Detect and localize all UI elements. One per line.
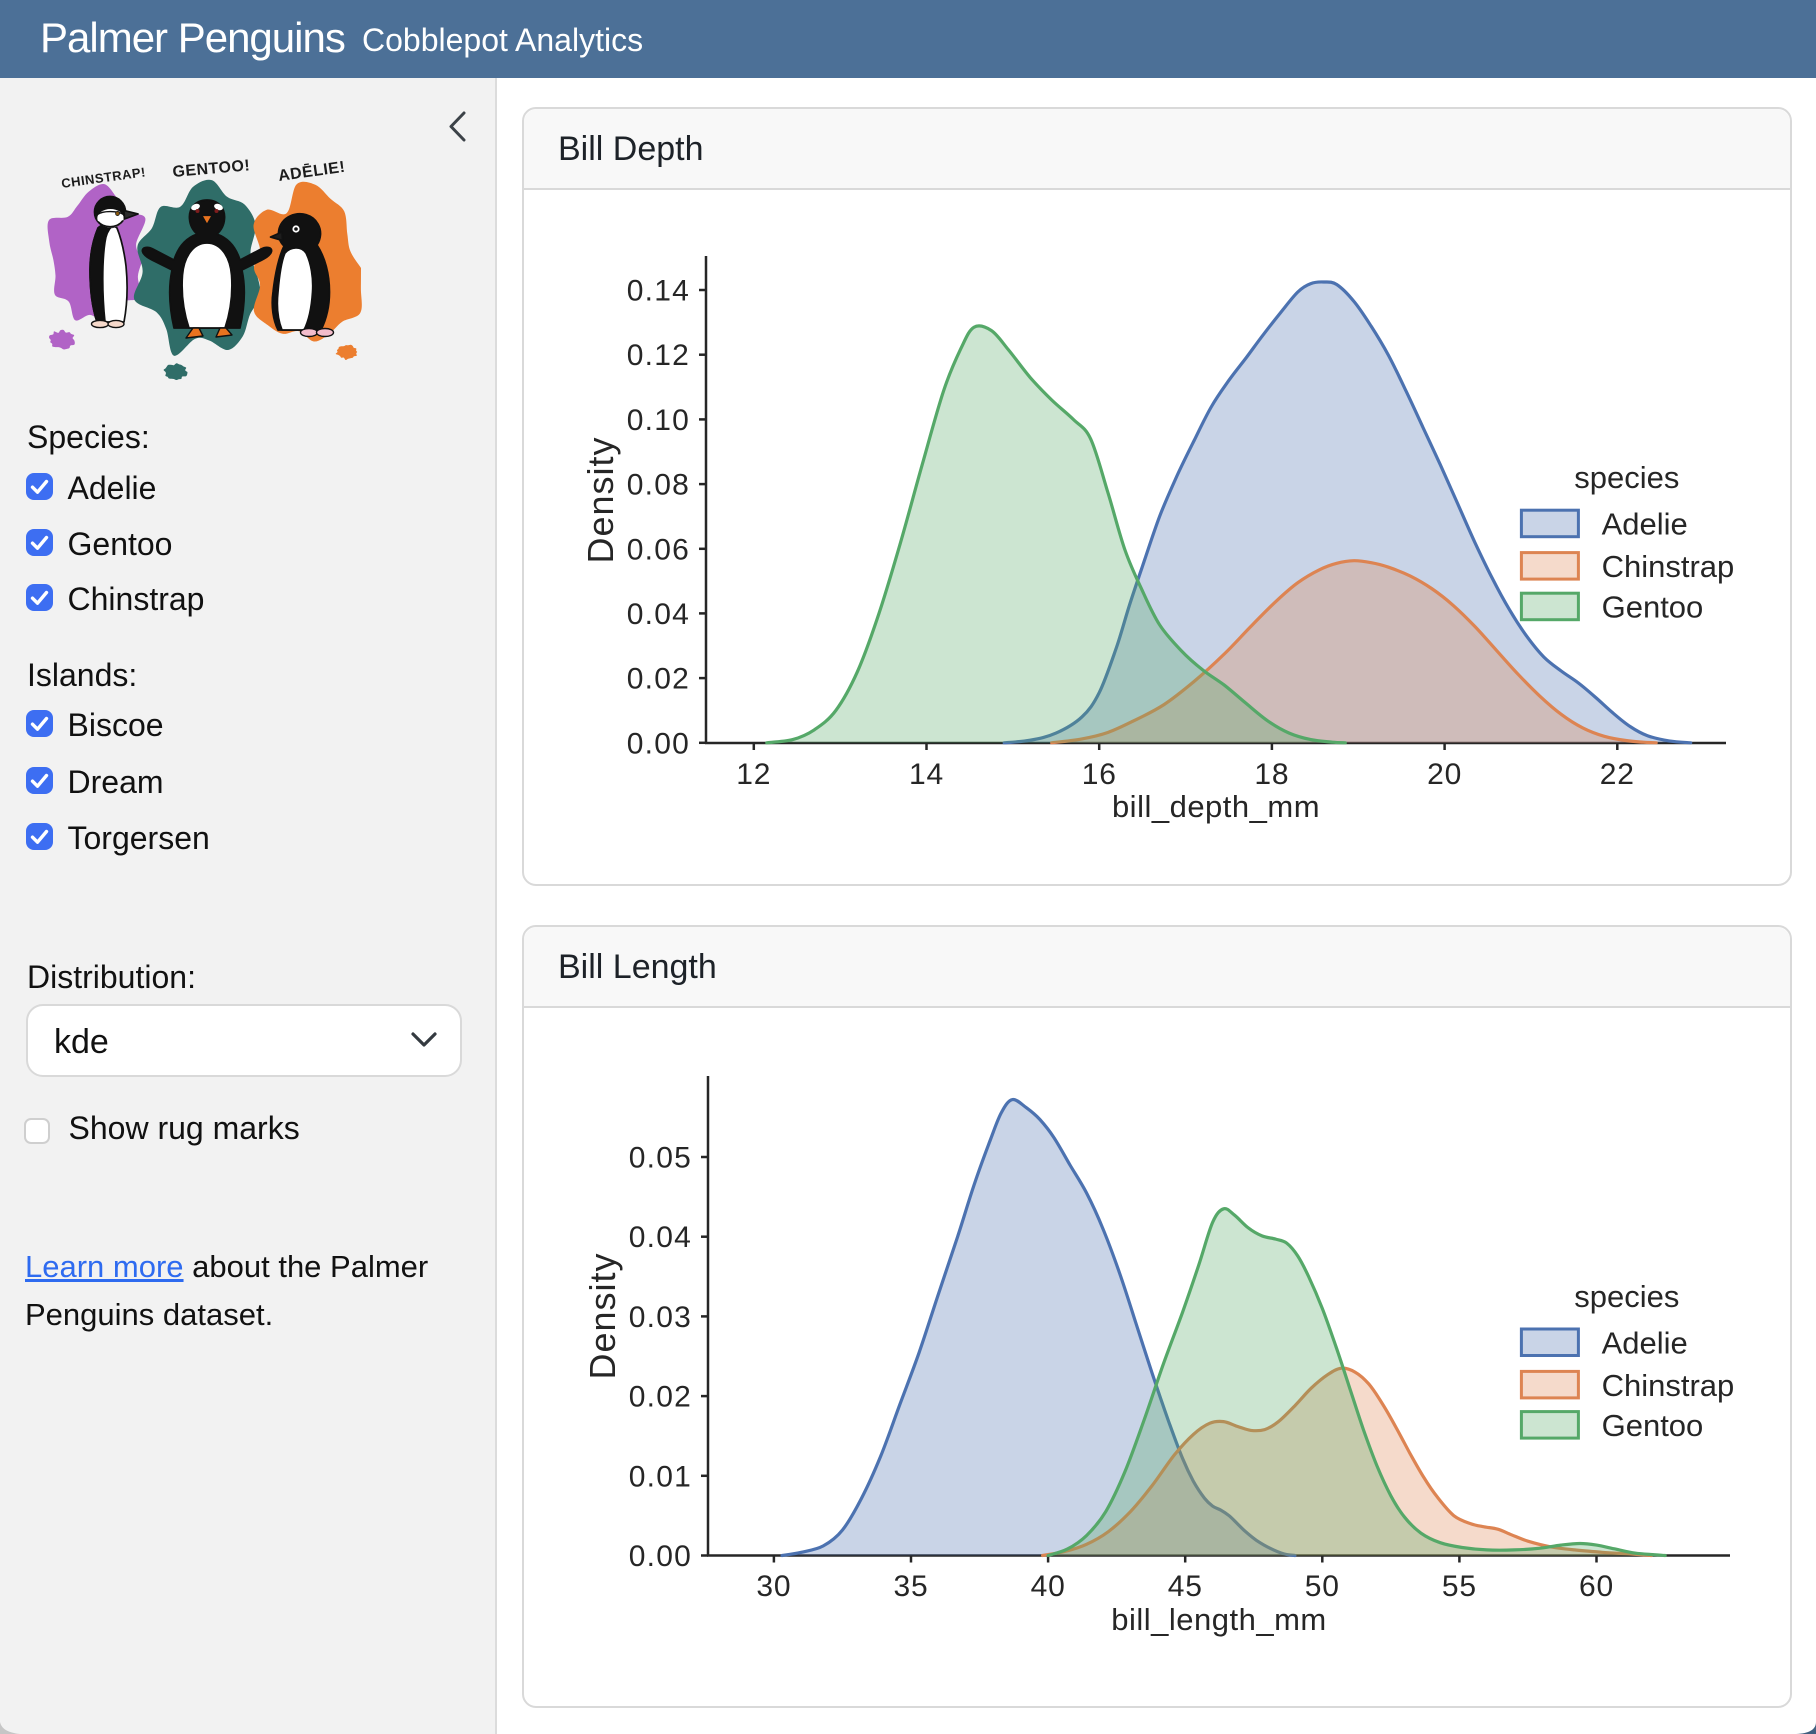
svg-text:0.01: 0.01 bbox=[629, 1460, 692, 1493]
svg-text:Density: Density bbox=[582, 1252, 623, 1379]
svg-text:0.02: 0.02 bbox=[629, 1381, 692, 1414]
svg-text:0.04: 0.04 bbox=[629, 1221, 692, 1254]
svg-text:50: 50 bbox=[1305, 1570, 1340, 1603]
svg-text:14: 14 bbox=[909, 758, 944, 791]
svg-text:0.10: 0.10 bbox=[627, 404, 690, 437]
svg-text:20: 20 bbox=[1427, 758, 1462, 791]
svg-text:Chinstrap: Chinstrap bbox=[1602, 549, 1735, 584]
svg-text:0.04: 0.04 bbox=[627, 598, 690, 631]
svg-text:0.03: 0.03 bbox=[629, 1301, 692, 1334]
svg-text:60: 60 bbox=[1579, 1570, 1614, 1603]
svg-text:Density: Density bbox=[580, 436, 621, 563]
svg-text:18: 18 bbox=[1254, 758, 1289, 791]
svg-text:bill_depth_mm: bill_depth_mm bbox=[1112, 789, 1320, 824]
svg-text:55: 55 bbox=[1442, 1570, 1477, 1603]
svg-text:Gentoo: Gentoo bbox=[1602, 1408, 1704, 1443]
svg-text:0.14: 0.14 bbox=[627, 275, 690, 308]
svg-text:16: 16 bbox=[1082, 758, 1117, 791]
svg-text:45: 45 bbox=[1168, 1570, 1203, 1603]
svg-text:species: species bbox=[1574, 460, 1679, 495]
svg-text:Adelie: Adelie bbox=[1602, 507, 1688, 542]
svg-text:30: 30 bbox=[756, 1570, 791, 1603]
svg-text:Chinstrap: Chinstrap bbox=[1602, 1368, 1735, 1403]
svg-text:0.06: 0.06 bbox=[627, 533, 690, 566]
svg-text:12: 12 bbox=[736, 758, 771, 791]
svg-text:bill_length_mm: bill_length_mm bbox=[1111, 1602, 1327, 1637]
svg-text:22: 22 bbox=[1600, 758, 1635, 791]
svg-text:species: species bbox=[1574, 1279, 1679, 1314]
svg-text:GENTOO!: GENTOO! bbox=[172, 157, 251, 181]
svg-text:0.08: 0.08 bbox=[627, 469, 690, 502]
svg-text:0.00: 0.00 bbox=[627, 727, 690, 760]
svg-text:ADĒLIE!: ADĒLIE! bbox=[277, 157, 346, 185]
svg-text:35: 35 bbox=[894, 1570, 929, 1603]
svg-text:Adelie: Adelie bbox=[1602, 1326, 1688, 1361]
svg-text:0.00: 0.00 bbox=[629, 1540, 692, 1573]
svg-text:40: 40 bbox=[1031, 1570, 1066, 1603]
svg-text:0.12: 0.12 bbox=[627, 339, 690, 372]
svg-text:Gentoo: Gentoo bbox=[1602, 590, 1704, 625]
svg-text:0.02: 0.02 bbox=[627, 663, 690, 696]
svg-text:0.05: 0.05 bbox=[629, 1142, 692, 1175]
